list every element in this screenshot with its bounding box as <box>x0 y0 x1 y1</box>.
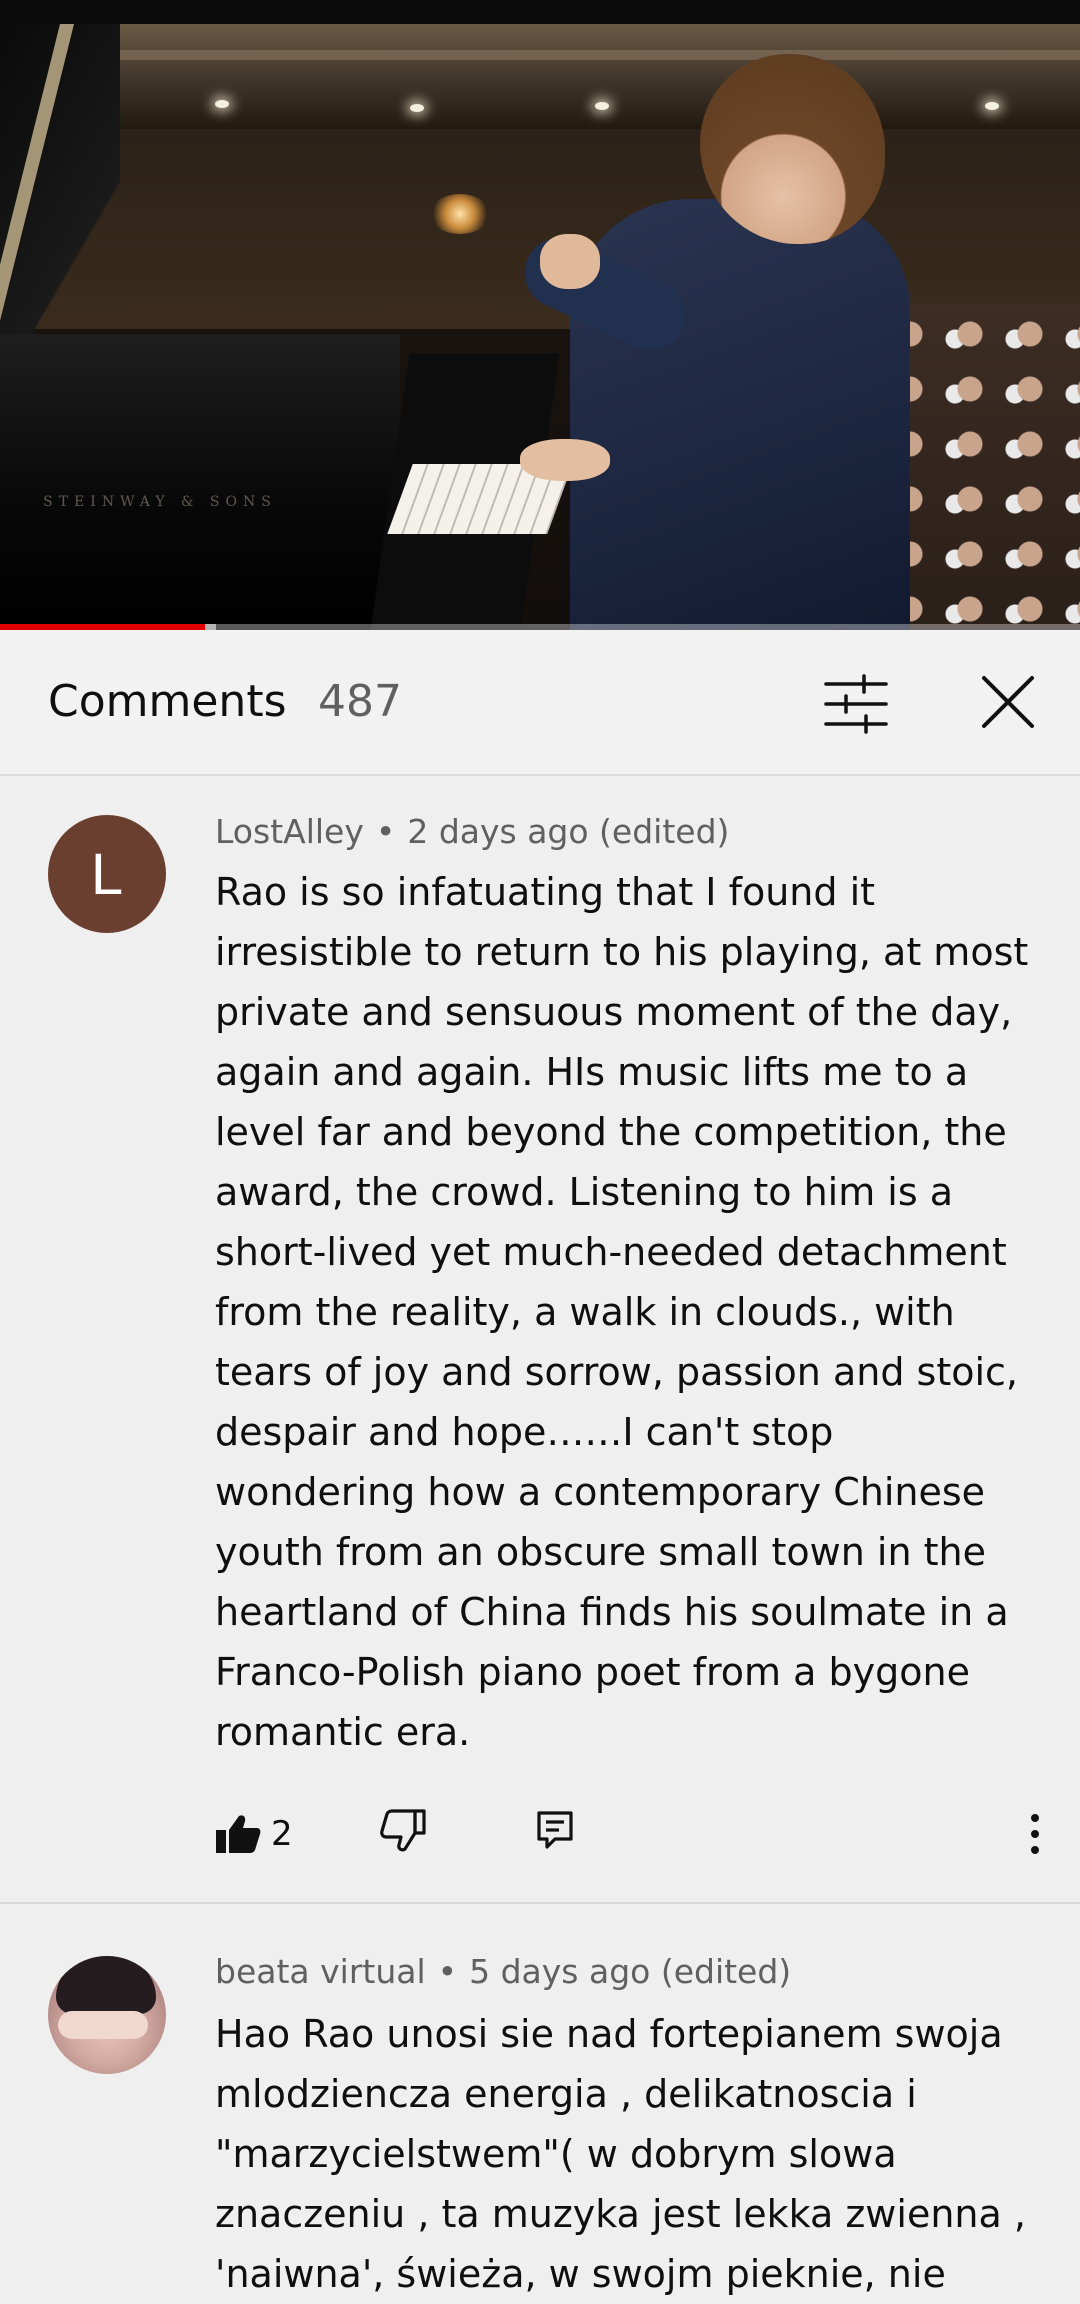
avatar-letter: L <box>90 841 124 907</box>
comments-title: Comments <box>48 676 287 727</box>
comment-divider <box>0 1902 1080 1904</box>
status-bar <box>0 0 1080 24</box>
pianist-hand-on-keys <box>520 439 610 481</box>
comment-actions: 2 <box>215 1804 1055 1864</box>
piano-brand-logo: STEINWAY & SONS <box>43 494 277 510</box>
like-button[interactable]: 2 <box>215 1804 293 1864</box>
meta-separator: • <box>375 812 396 851</box>
avatar[interactable] <box>48 1956 166 2074</box>
more-options-button[interactable] <box>1015 1804 1055 1864</box>
comment-author[interactable]: beata virtual <box>215 1952 426 1991</box>
comments-header: Comments 487 <box>0 630 1080 776</box>
comment-meta: beata virtual • 5 days ago (edited) <box>215 1952 791 1991</box>
comments-count: 487 <box>318 676 402 727</box>
close-comments-button[interactable] <box>976 670 1040 734</box>
dislike-button[interactable] <box>380 1809 430 1859</box>
thumbs-down-icon <box>380 1809 426 1852</box>
close-icon <box>982 676 1034 728</box>
more-vertical-icon <box>1031 1814 1039 1854</box>
sort-comments-button[interactable] <box>820 674 892 734</box>
piano-body <box>0 334 400 630</box>
chandelier <box>430 194 490 234</box>
comment-author[interactable]: LostAlley <box>215 812 364 851</box>
meta-separator: • <box>437 1952 458 1991</box>
comment-time: 5 days ago (edited) <box>469 1952 792 1991</box>
pianist-hand <box>540 234 600 289</box>
hall-ceiling <box>0 24 1080 129</box>
reply-button[interactable] <box>535 1809 585 1859</box>
like-count: 2 <box>271 1814 293 1854</box>
comment-meta: LostAlley • 2 days ago (edited) <box>215 812 729 851</box>
comment-time: 2 days ago (edited) <box>407 812 730 851</box>
comment-text: Rao is so infatuating that I found it ir… <box>215 870 1029 1754</box>
comment-text: Hao Rao unosi sie nad fortepianem swoja … <box>215 2012 1026 2296</box>
reply-comment-icon <box>537 1811 573 1849</box>
thumbs-up-icon <box>216 1815 261 1853</box>
sort-filter-icon <box>824 674 888 734</box>
avatar[interactable]: L <box>48 815 166 933</box>
video-player[interactable]: STEINWAY & SONS <box>0 24 1080 630</box>
